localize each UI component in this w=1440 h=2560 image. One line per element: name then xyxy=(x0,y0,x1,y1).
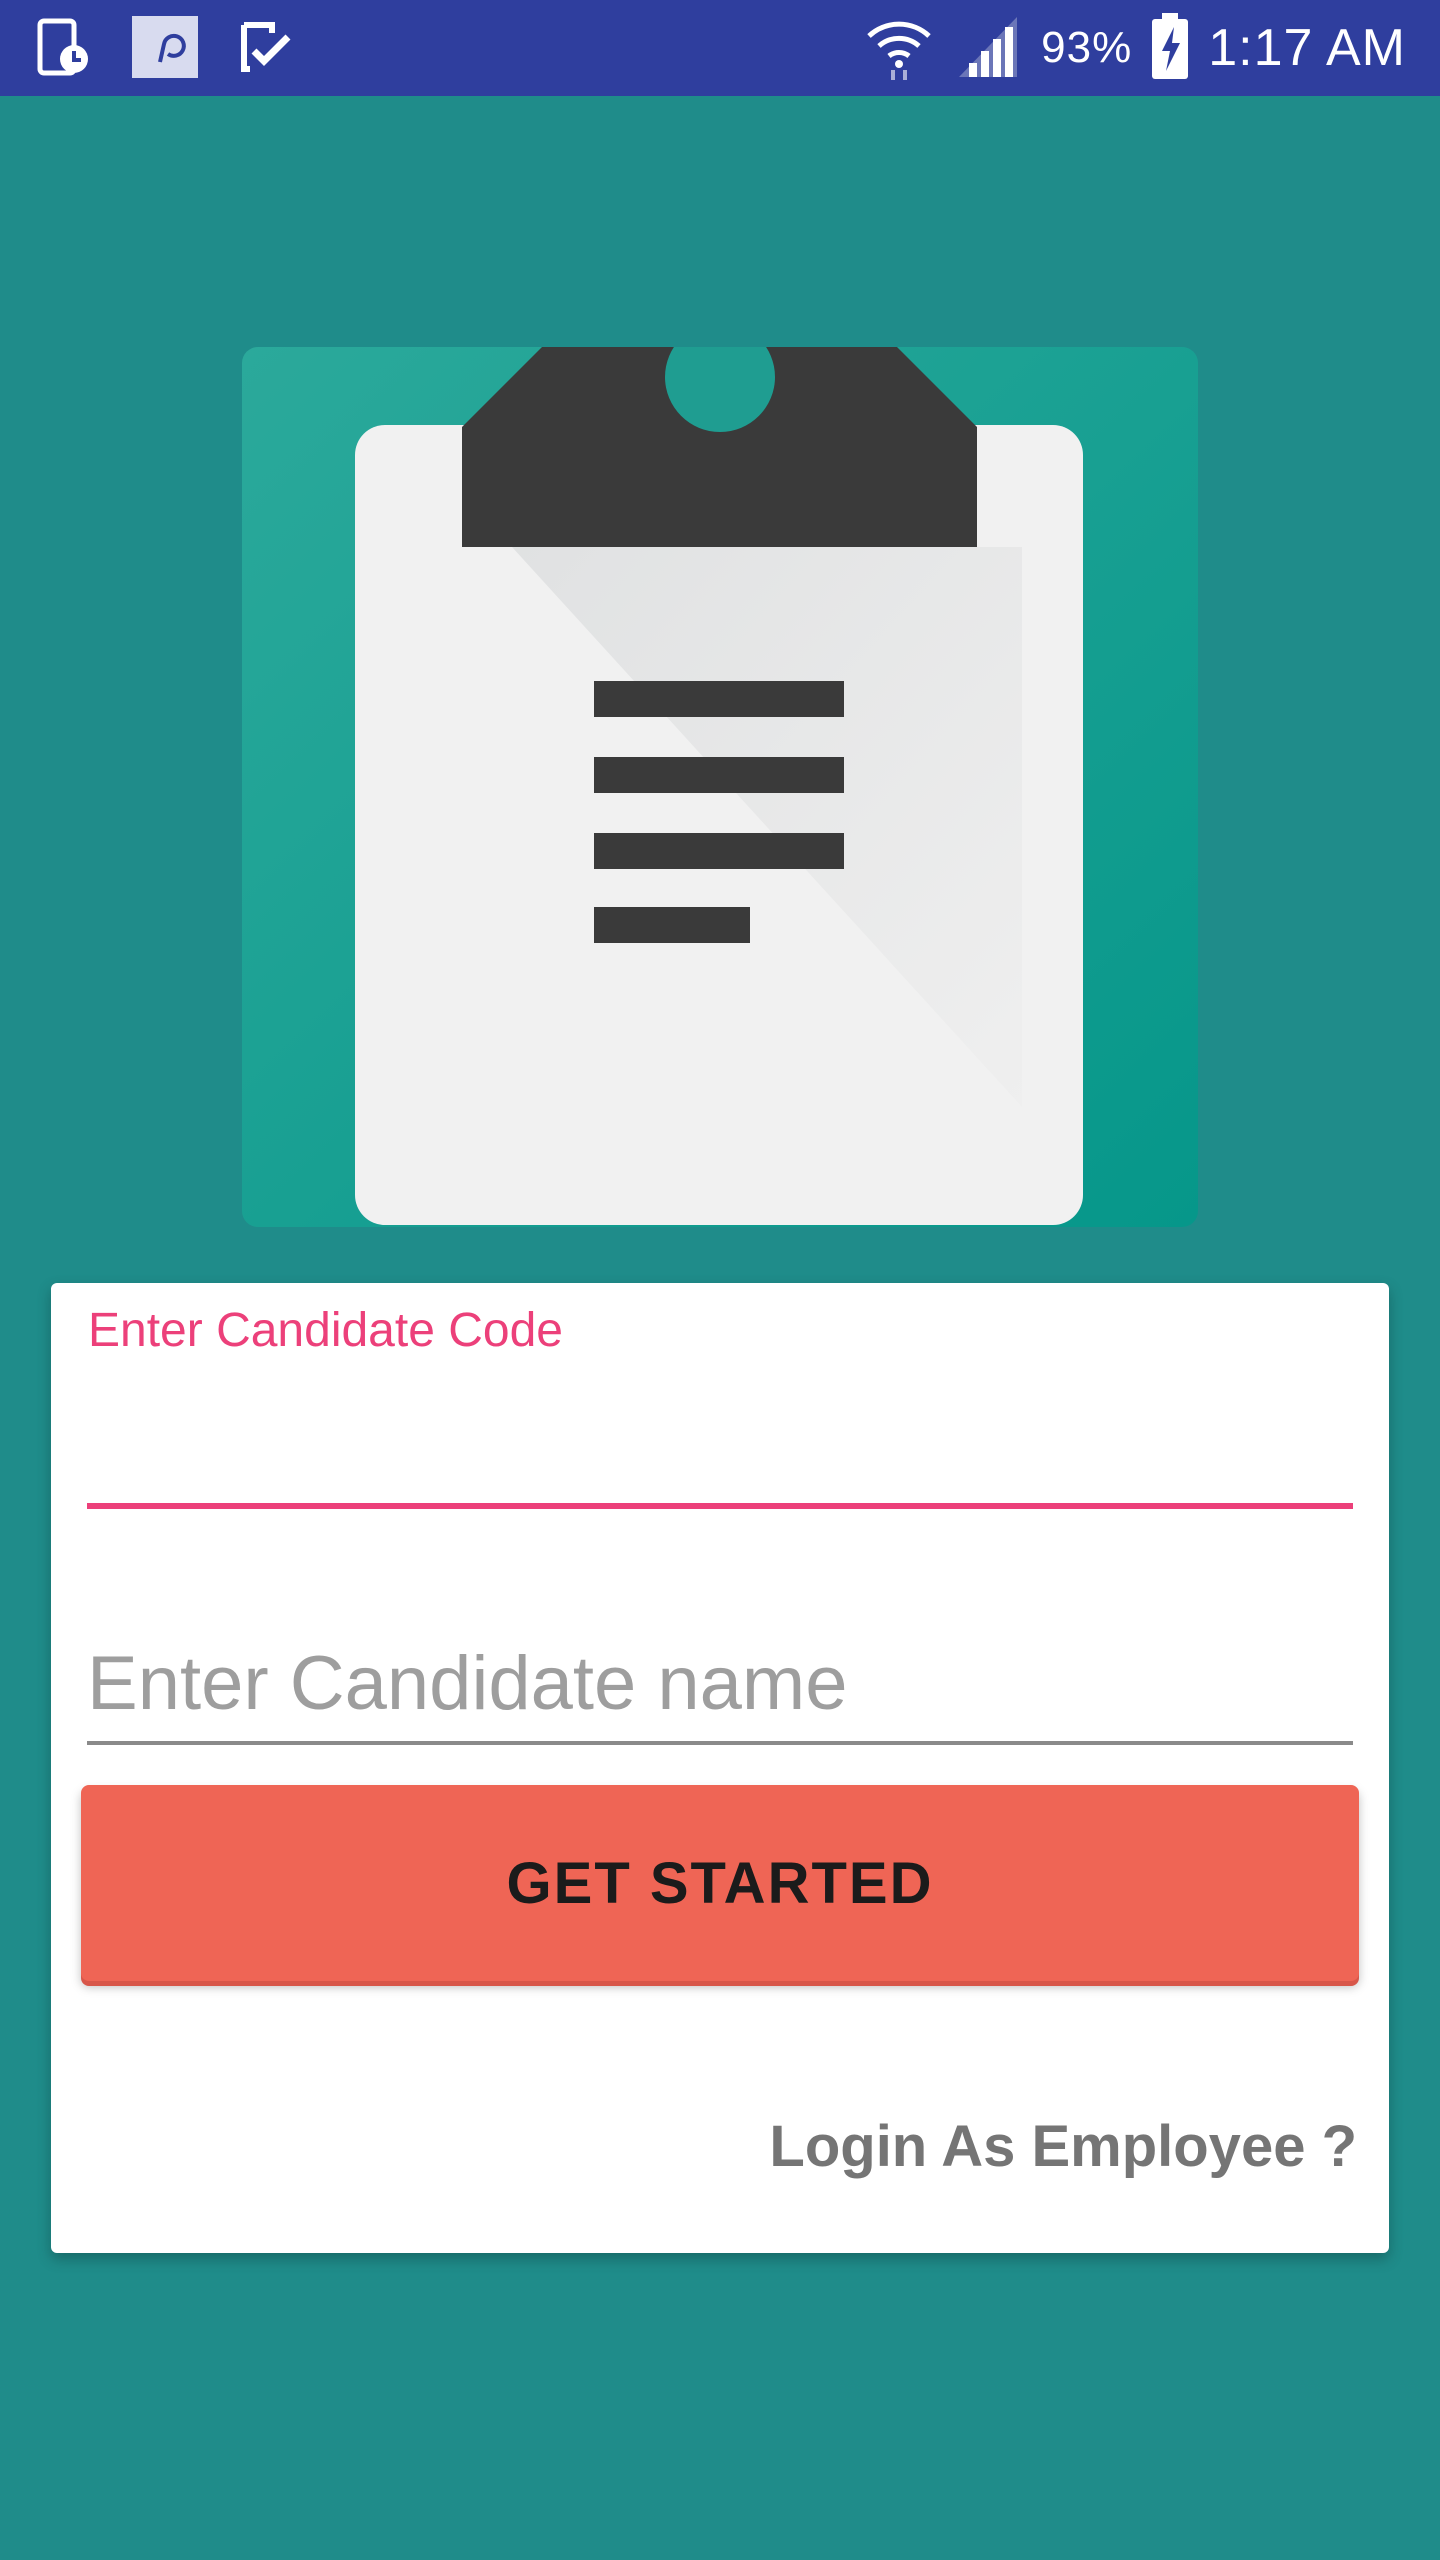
candidate-code-label: Enter Candidate Code xyxy=(88,1304,563,1357)
candidate-code-underline xyxy=(87,1503,1353,1509)
candidate-name-underline xyxy=(87,1741,1353,1745)
screenshot-timer-icon xyxy=(34,15,94,84)
wifi-icon xyxy=(863,10,935,87)
status-bar: 93% 1:17 AM xyxy=(0,0,1440,96)
candidate-code-input[interactable] xyxy=(87,1383,1357,1475)
login-as-employee-link[interactable]: Login As Employee ? xyxy=(769,2113,1357,2180)
app-logo xyxy=(242,322,1198,1227)
candidate-name-input[interactable] xyxy=(87,1628,1353,1738)
pinterest-like-icon xyxy=(130,14,200,85)
get-started-button[interactable]: GET STARTED xyxy=(81,1785,1359,1981)
status-left-icons xyxy=(34,14,296,85)
battery-percent: 93% xyxy=(1041,23,1133,72)
status-right: 93% 1:17 AM xyxy=(863,0,1406,96)
clock: 1:17 AM xyxy=(1208,19,1406,77)
check-tasks-icon xyxy=(236,17,296,82)
signal-icon xyxy=(953,11,1023,86)
battery-charging-icon xyxy=(1150,11,1190,86)
login-card: Enter Candidate Code GET STARTED Login A… xyxy=(51,1283,1389,2253)
